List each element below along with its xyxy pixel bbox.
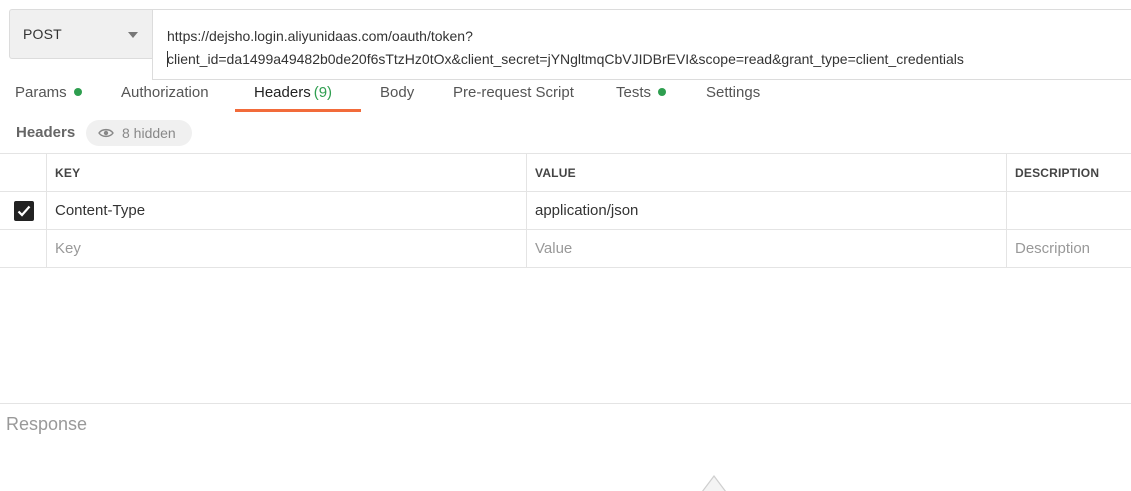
- url-line-2: client_id=da1499a49482b0de20f6sTtzHz0tOx…: [167, 48, 1131, 71]
- headers-title: Headers: [16, 124, 76, 141]
- tab-headers-label: Headers: [254, 84, 311, 101]
- key-input[interactable]: Key: [46, 230, 527, 267]
- column-header-description: DESCRIPTION: [1006, 154, 1131, 191]
- tab-settings-label: Settings: [706, 84, 761, 101]
- new-row-check-cell: [0, 230, 47, 267]
- url-input[interactable]: https://dejsho.login.aliyunidaas.com/oau…: [152, 9, 1131, 80]
- key-cell[interactable]: Content-Type: [46, 192, 527, 229]
- tab-tests[interactable]: Tests: [616, 84, 667, 114]
- tab-params[interactable]: Params: [15, 84, 82, 114]
- header-check-cell: [0, 154, 47, 191]
- tab-headers-count: (9): [313, 84, 333, 101]
- status-dot-icon: [658, 88, 667, 96]
- table-row: Content-Type application/json: [0, 192, 1131, 230]
- response-divider: [0, 403, 1131, 404]
- method-select[interactable]: POST: [9, 9, 153, 59]
- tab-body[interactable]: Body: [380, 84, 414, 114]
- tab-pre-request-script[interactable]: Pre-request Script: [453, 84, 574, 114]
- tab-authorization[interactable]: Authorization: [121, 84, 209, 114]
- tab-body-label: Body: [380, 84, 415, 101]
- hidden-headers-toggle[interactable]: 8 hidden: [86, 120, 192, 146]
- checkmark-icon: [17, 205, 30, 217]
- headers-table: KEY VALUE DESCRIPTION Content-Type appli…: [0, 153, 1131, 268]
- table-header-row: KEY VALUE DESCRIPTION: [0, 154, 1131, 192]
- value-text: application/json: [535, 202, 639, 219]
- key-text: Content-Type: [55, 202, 146, 219]
- column-header-key: KEY: [46, 154, 527, 191]
- tab-authorization-label: Authorization: [121, 84, 209, 101]
- tab-params-label: Params: [15, 84, 67, 101]
- description-placeholder: Description: [1015, 240, 1091, 257]
- key-placeholder: Key: [55, 240, 81, 257]
- url-line-1: https://dejsho.login.aliyunidaas.com/oau…: [167, 28, 473, 44]
- hidden-count-label: 8 hidden: [122, 125, 176, 141]
- value-placeholder: Value: [535, 240, 573, 257]
- table-row-new: Key Value Description: [0, 230, 1131, 268]
- column-header-value: VALUE: [526, 154, 1007, 191]
- eye-icon: [98, 128, 114, 138]
- response-title: Response: [6, 414, 88, 434]
- active-tab-indicator: [235, 109, 361, 112]
- status-dot-icon: [73, 88, 82, 96]
- tab-settings[interactable]: Settings: [706, 84, 760, 114]
- tab-tests-label: Tests: [616, 84, 652, 101]
- description-input[interactable]: Description: [1006, 230, 1131, 267]
- row-checkbox[interactable]: [13, 200, 34, 221]
- response-illustration-icon: [702, 475, 726, 491]
- description-cell[interactable]: [1006, 192, 1131, 229]
- value-cell[interactable]: application/json: [526, 192, 1007, 229]
- request-tabs: Params Authorization Headers (9) Body Pre…: [0, 80, 1131, 114]
- tab-pre-request-script-label: Pre-request Script: [453, 84, 574, 101]
- method-label: POST: [23, 26, 62, 42]
- chevron-down-icon: [128, 32, 138, 38]
- row-check-cell: [0, 192, 47, 229]
- value-input[interactable]: Value: [526, 230, 1007, 267]
- url-line-2-text: client_id=da1499a49482b0de20f6sTtzHz0tOx…: [167, 51, 964, 67]
